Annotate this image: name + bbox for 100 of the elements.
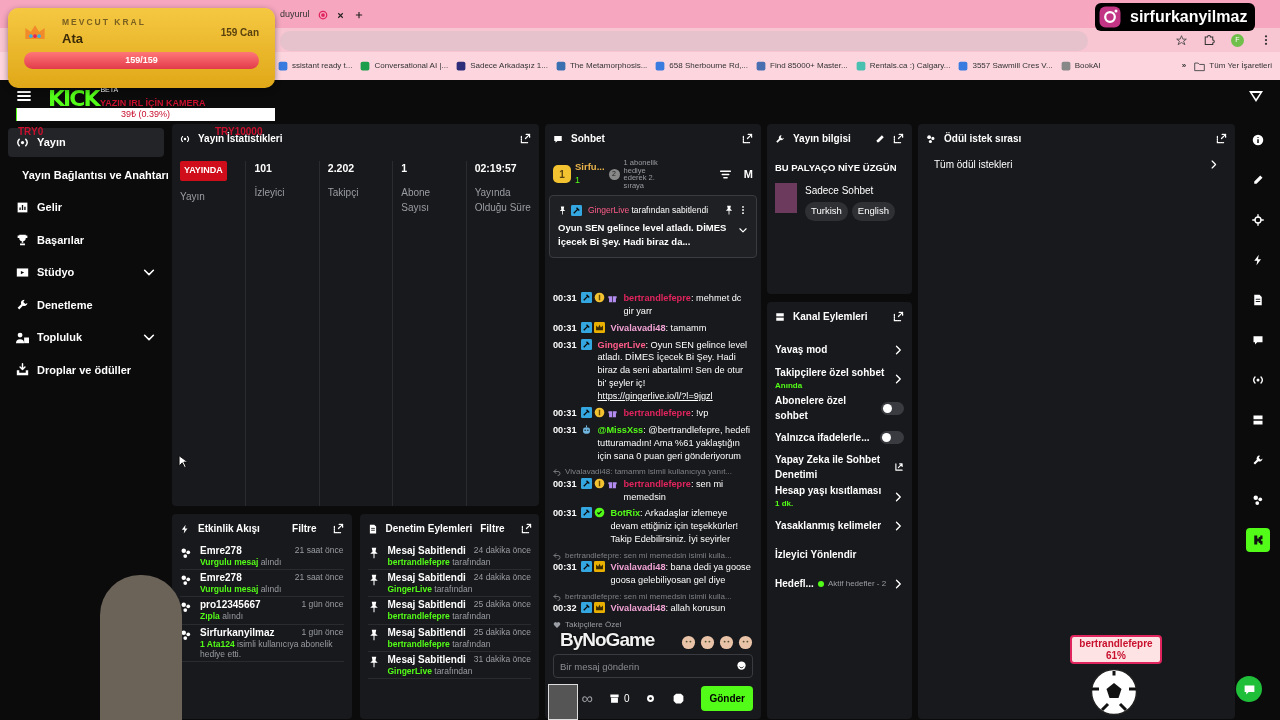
bookmark[interactable]: The Metamorphosis... <box>555 60 648 72</box>
goal-min-label: TRY0 <box>18 125 44 138</box>
action-label: İzleyici Yönlendir <box>775 547 858 562</box>
sidebar-item[interactable]: Denetleme <box>8 290 164 319</box>
favicon-icon <box>360 61 371 71</box>
stream-title: BU PALYAÇO NİYE ÜZGÜN <box>775 161 898 175</box>
stat-label: Yayında Olduğu Süre <box>474 185 532 215</box>
popout-icon[interactable] <box>893 133 904 144</box>
channel-action-item[interactable]: Yasaklanmış kelimeler <box>775 511 904 540</box>
channel-action-item[interactable]: İzleyici Yönlendir <box>775 540 904 569</box>
sponsor-logo: ByNoGame <box>560 629 655 652</box>
channel-action-item[interactable]: Yapay Zeka ile Sohbet Denetimi <box>775 452 904 482</box>
moderator-badge-icon <box>580 338 592 350</box>
channel-action-item[interactable]: Hesap yaşı kısıtlaması 1 dk. <box>775 482 904 511</box>
store-button[interactable]: 0 <box>608 691 630 706</box>
channel-action-item[interactable]: Hedefl... Aktif hedefler - 2 <box>775 569 904 598</box>
more-bookmarks-button[interactable]: » <box>1181 60 1187 72</box>
reply-context: Vivalavadi48: tamamm isimli kullanıcıya yanıt... <box>565 466 733 478</box>
chat-message: bertrandlefepre: sen mi memedsin <box>623 477 725 504</box>
chat-message: bertrandlefepre: !vp <box>623 406 710 420</box>
emote-icon[interactable] <box>719 635 734 650</box>
info-icon <box>1251 134 1264 146</box>
popout-icon[interactable] <box>520 523 532 534</box>
bookmark[interactable]: 3557 Sawmill Cres V... <box>958 60 1053 72</box>
bookmark[interactable]: Conversational AI |... <box>360 60 449 72</box>
points-value: ∞ <box>581 688 593 709</box>
close-icon[interactable] <box>335 10 345 20</box>
favicon-icon <box>278 61 288 71</box>
new-tab-icon[interactable] <box>354 10 364 20</box>
kick-logo[interactable]: KICK <box>48 88 99 110</box>
moderator-badge-icon <box>580 291 592 303</box>
popout-icon[interactable] <box>893 311 904 322</box>
instagram-logo-icon <box>1098 5 1122 29</box>
tag[interactable]: English <box>851 202 895 221</box>
filter-button[interactable]: Filtre <box>480 521 505 536</box>
instagram-handle-badge: sirfurkanyilmaz <box>1095 3 1256 31</box>
event-time: 1 gün önce <box>301 599 344 612</box>
smiley-icon[interactable] <box>736 660 747 671</box>
sidebar-item[interactable]: Gelir <box>8 193 164 222</box>
heart-icon <box>553 621 561 629</box>
star-icon[interactable] <box>1176 34 1187 46</box>
sidebar-item[interactable]: Topluluk <box>8 323 164 352</box>
popout-icon[interactable] <box>332 523 344 534</box>
tag[interactable]: Turkish <box>805 202 848 221</box>
emote-icon[interactable] <box>700 635 715 650</box>
popout-icon[interactable] <box>520 133 531 144</box>
emote-icon[interactable] <box>738 635 753 650</box>
emote-icon[interactable] <box>681 635 696 650</box>
channel-action-item[interactable]: Takipçilere özel sohbet Anında <box>775 364 904 393</box>
sidebar-item[interactable]: Stüdyo <box>8 258 164 287</box>
rank-badge: 1 <box>553 165 571 183</box>
channel-action-item[interactable]: Abonelere özel sohbet <box>775 393 904 423</box>
panel-title: Sohbet <box>571 132 605 146</box>
bookmark[interactable]: Sadece Arkadaşız 1... <box>456 60 548 72</box>
chat-input-field[interactable]: Bir mesaj gönderin <box>553 654 753 678</box>
sidebar-tool-button[interactable] <box>1245 528 1270 552</box>
wrench-icon <box>16 298 29 312</box>
action-time: 24 dakika önce <box>473 545 531 557</box>
crosshair-icon <box>1251 214 1264 226</box>
bookmark[interactable]: BookAI <box>1060 60 1101 72</box>
filter-button[interactable]: Filtre <box>292 521 317 536</box>
action-description: GingerLive tarafından <box>387 665 474 676</box>
favicon-icon <box>1060 61 1071 71</box>
pencil-icon[interactable] <box>875 133 885 144</box>
channel-action-item[interactable]: Yalnızca ifadelerle... <box>775 423 904 452</box>
toggle-switch[interactable] <box>880 431 904 444</box>
sidebar-item[interactable]: Başarılar <box>8 225 164 254</box>
browser-tab[interactable]: duyurul <box>276 2 342 28</box>
action-title: Mesaj Sabitlendi <box>387 626 466 639</box>
popout-icon[interactable] <box>1216 133 1227 144</box>
leader-count: 1 <box>575 174 581 188</box>
event-user: Emre278 <box>200 572 242 585</box>
reply-icon <box>553 468 561 477</box>
video-placeholder <box>548 684 578 720</box>
moderator-badge-icon <box>580 321 592 333</box>
message-time: 00:31 <box>553 292 577 303</box>
menu-icon[interactable] <box>16 88 32 104</box>
help-button[interactable] <box>1236 676 1262 702</box>
send-button[interactable]: Gönder <box>701 686 753 711</box>
chat-mode-button[interactable]: M <box>743 165 753 183</box>
all-bookmarks-button[interactable]: Tüm Yer İşaretleri <box>1194 60 1272 72</box>
bookmark[interactable]: ssistant ready t... <box>278 60 353 72</box>
stat-label: Takipçi <box>327 185 360 200</box>
status-dot-icon <box>817 580 824 587</box>
event-description: Vurgulu mesaj alındı <box>200 584 283 595</box>
gear-icon[interactable] <box>645 693 657 704</box>
crown-badge-icon <box>593 561 605 573</box>
action-title: Mesaj Sabitlendi <box>387 653 466 666</box>
bookmark[interactable]: Find 85000+ Master... <box>756 60 848 72</box>
bookmark[interactable]: 658 Sherbourne Rd,... <box>655 60 749 72</box>
reward-list-item[interactable]: Tüm ödül istekleri <box>918 153 1235 176</box>
puzzle-icon[interactable] <box>1203 34 1215 46</box>
chat-link[interactable]: https://gingerlive.io/l/?l=9jgzl <box>597 391 713 402</box>
toggle-switch[interactable] <box>881 401 904 415</box>
popout-icon[interactable] <box>742 133 753 144</box>
channel-action-item[interactable]: Yavaş mod <box>775 335 904 364</box>
sidebar-item[interactable]: Droplar ve ödüller <box>8 355 164 384</box>
message-time: 00:32 <box>553 603 577 614</box>
moderator-badge-icon <box>580 406 592 418</box>
bookmark[interactable]: Rentals.ca :) Calgary... <box>855 60 951 72</box>
